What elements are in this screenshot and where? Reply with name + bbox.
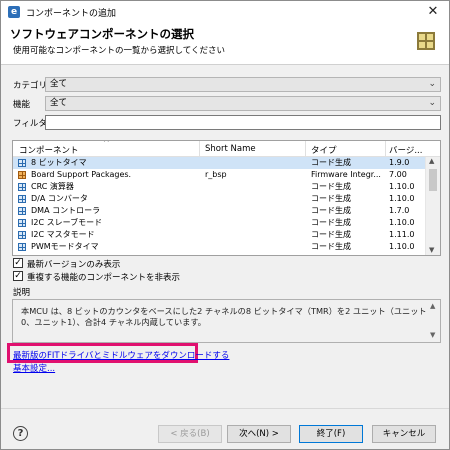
scrollbar-thumb[interactable]	[429, 169, 437, 191]
grid-icon	[18, 231, 26, 239]
column-header-type[interactable]: タイプ	[311, 144, 337, 156]
column-header-component[interactable]: コンポーネント	[19, 144, 79, 156]
column-header-version[interactable]: バージ...	[389, 144, 422, 156]
dialog-footer: ? < 戻る(B) 次へ(N) > 終了(F) キャンセル	[1, 408, 449, 449]
filter-input[interactable]	[45, 115, 441, 130]
wizard-header: ソフトウェアコンポーネントの選択 使用可能なコンポーネントの一覧から選択してくだ…	[1, 23, 449, 65]
row-version: 1.10.0	[389, 242, 415, 251]
category-label: カテゴリ	[13, 81, 48, 91]
grid-icon	[18, 195, 26, 203]
row-component-name: Board Support Packages.	[31, 170, 132, 179]
row-type: コード生成	[311, 242, 351, 251]
scroll-up-icon[interactable]: ▲	[429, 157, 434, 165]
app-icon: e	[8, 6, 20, 18]
row-component-name: I2C マスタモード	[31, 230, 95, 239]
row-version: 1.11.0	[389, 230, 415, 239]
row-version: 1.9.0	[389, 158, 410, 167]
description-box: 本MCU は、8 ビットのカウンタをベースにした2 チャネルの8 ビットタイマ（…	[12, 299, 441, 343]
page-title: ソフトウェアコンポーネントの選択	[10, 27, 194, 41]
basic-settings-link[interactable]: 基本設定...	[13, 362, 55, 374]
title-bar: e コンポーネントの追加 ✕	[1, 1, 449, 23]
chevron-down-icon: ⌄	[428, 98, 436, 108]
table-row[interactable]: Board Support Packages. r_bsp Firmware I…	[13, 169, 425, 181]
table-row[interactable]: D/A コンバータ コード生成 1.10.0	[13, 193, 425, 205]
table-row[interactable]: 8 ビットタイマ コード生成 1.9.0	[13, 157, 425, 169]
chevron-down-icon: ⌄	[428, 79, 436, 89]
download-fit-link[interactable]: 最新版のFITドライバとミドルウェアをダウンロードする	[13, 349, 229, 361]
column-header-short-name[interactable]: Short Name	[205, 144, 256, 154]
scroll-down-icon[interactable]: ▼	[429, 246, 434, 254]
row-short-name	[205, 193, 303, 205]
category-value: 全て	[50, 79, 68, 89]
function-value: 全て	[50, 98, 68, 108]
row-short-name	[205, 205, 303, 217]
table-row[interactable]: I2C スレーブモード コード生成 1.10.0	[13, 217, 425, 229]
row-short-name: r_bsp	[205, 170, 227, 179]
page-subtitle: 使用可能なコンポーネントの一覧から選択してください	[13, 46, 225, 56]
table-row[interactable]: I2C マスタモード コード生成 1.11.0	[13, 229, 425, 241]
table-row[interactable]: DMA コントローラ コード生成 1.7.0	[13, 205, 425, 217]
component-table: ^ コンポーネント Short Name タイプ バージ... 8 ビットタイマ…	[12, 140, 441, 256]
row-component-name: I2C スレーブモード	[31, 218, 103, 227]
grid-icon	[18, 183, 26, 191]
function-label: 機能	[13, 100, 31, 110]
grid-icon	[18, 219, 26, 227]
cancel-button[interactable]: キャンセル	[372, 425, 436, 443]
scroll-down-icon[interactable]: ▼	[430, 330, 435, 341]
row-version: 1.10.0	[389, 218, 415, 227]
row-type: コード生成	[311, 158, 351, 167]
table-header: ^ コンポーネント Short Name タイプ バージ...	[13, 141, 440, 157]
row-component-name: 8 ビットタイマ	[31, 158, 87, 167]
description-text: 本MCU は、8 ビットのカウンタをベースにした2 チャネルの8 ビットタイマ（…	[21, 306, 427, 327]
row-type: コード生成	[311, 206, 351, 215]
grid-icon	[18, 159, 26, 167]
grid-icon	[18, 207, 26, 215]
row-type: コード生成	[311, 230, 351, 239]
component-grid-icon	[417, 32, 435, 50]
row-component-name: DMA コントローラ	[31, 206, 101, 215]
scroll-up-icon[interactable]: ▲	[430, 301, 435, 312]
column-divider[interactable]	[305, 141, 306, 157]
row-type: コード生成	[311, 218, 351, 227]
column-divider[interactable]	[385, 141, 386, 157]
add-component-dialog: e コンポーネントの追加 ✕ ソフトウェアコンポーネントの選択 使用可能なコンポ…	[0, 0, 450, 450]
row-component-name: PWMモードタイマ	[31, 242, 99, 251]
row-short-name	[205, 241, 303, 253]
row-type: コード生成	[311, 182, 351, 191]
row-version: 1.7.0	[389, 206, 410, 215]
window-title: コンポーネントの追加	[26, 9, 117, 19]
row-version: 7.00	[389, 170, 407, 179]
table-row[interactable]: CRC 演算器 コード生成 1.10.0	[13, 181, 425, 193]
filter-label: フィルタ	[13, 119, 47, 129]
table-row[interactable]: PWMモードタイマ コード生成 1.10.0	[13, 241, 425, 253]
function-select[interactable]: 全て ⌄	[45, 96, 441, 111]
row-type: コード生成	[311, 194, 351, 203]
row-short-name	[205, 229, 303, 241]
latest-only-label: 最新バージョンのみ表示	[27, 260, 121, 270]
next-button[interactable]: 次へ(N) >	[227, 425, 291, 443]
package-icon	[18, 171, 26, 179]
row-version: 1.10.0	[389, 182, 415, 191]
row-short-name	[205, 181, 303, 193]
hide-duplicates-label: 重複する機能のコンポーネントを非表示	[27, 273, 181, 283]
help-icon[interactable]: ?	[13, 426, 28, 441]
description-label: 説明	[13, 288, 31, 298]
row-short-name	[205, 217, 303, 229]
finish-button[interactable]: 終了(F)	[299, 425, 363, 443]
table-scrollbar[interactable]: ▲ ▼	[425, 157, 440, 255]
hide-duplicates-checkbox[interactable]: ✓	[13, 271, 23, 281]
close-icon[interactable]: ✕	[425, 4, 441, 20]
description-scrollbar[interactable]: ▲ ▼	[427, 300, 440, 342]
sort-ascending-icon: ^	[103, 140, 110, 147]
column-divider[interactable]	[199, 141, 200, 157]
row-version: 1.10.0	[389, 194, 415, 203]
row-component-name: D/A コンバータ	[31, 194, 88, 203]
row-type: Firmware Integr...	[311, 170, 381, 179]
category-select[interactable]: 全て ⌄	[45, 77, 441, 92]
row-short-name	[205, 157, 303, 169]
grid-icon	[18, 243, 26, 251]
back-button[interactable]: < 戻る(B)	[158, 425, 222, 443]
row-component-name: CRC 演算器	[31, 182, 74, 191]
latest-only-checkbox[interactable]: ✓	[13, 258, 23, 268]
